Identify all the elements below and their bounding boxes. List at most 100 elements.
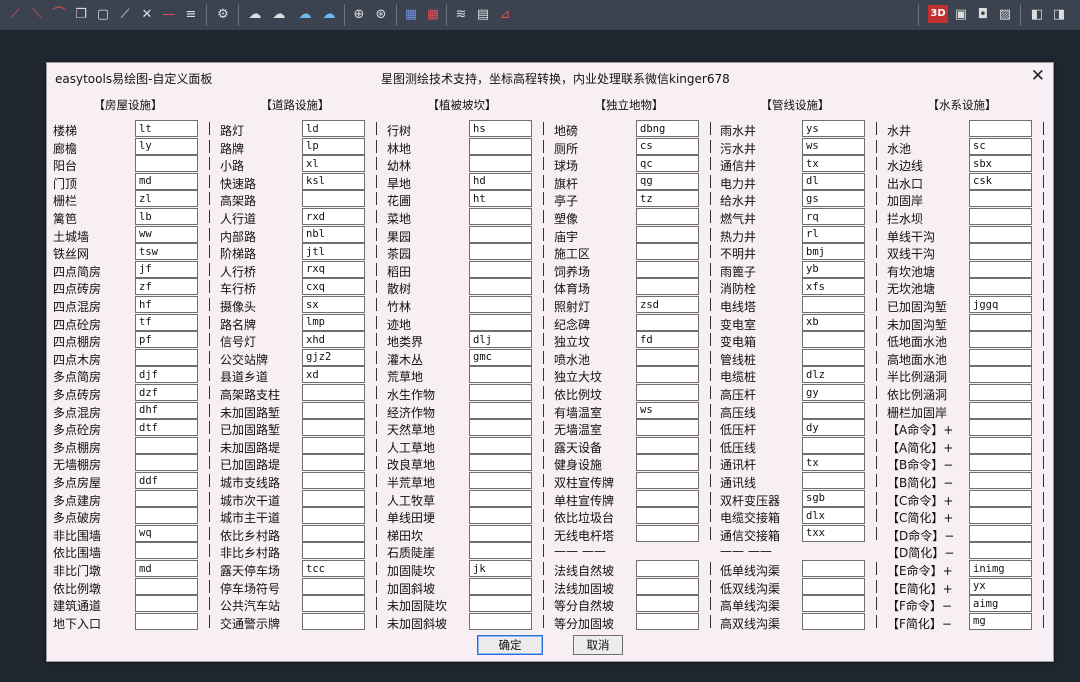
field-input[interactable] xyxy=(969,366,1032,384)
field-input[interactable] xyxy=(135,419,198,437)
field-input[interactable] xyxy=(302,489,365,507)
field-input[interactable] xyxy=(969,155,1032,173)
field-input[interactable] xyxy=(636,507,699,525)
field-input[interactable] xyxy=(469,612,532,630)
field-input[interactable] xyxy=(802,560,865,577)
cancel-button[interactable]: 取消 xyxy=(573,635,623,655)
field-input[interactable] xyxy=(135,612,198,630)
field-input[interactable] xyxy=(135,120,198,137)
field-input[interactable] xyxy=(636,366,699,384)
field-input[interactable] xyxy=(135,560,198,577)
field-input[interactable] xyxy=(135,524,198,542)
field-input[interactable] xyxy=(969,489,1032,507)
field-input[interactable] xyxy=(802,489,865,507)
field-input[interactable] xyxy=(469,313,532,331)
dash-line-icon[interactable]: — xyxy=(160,5,178,23)
field-input[interactable] xyxy=(135,296,198,313)
field-input[interactable] xyxy=(802,208,865,225)
field-input[interactable] xyxy=(469,454,532,472)
field-input[interactable] xyxy=(969,401,1032,419)
field-input[interactable] xyxy=(302,560,365,577)
field-input[interactable] xyxy=(302,577,365,595)
field-input[interactable] xyxy=(636,208,699,225)
field-input[interactable] xyxy=(302,524,365,542)
field-input[interactable] xyxy=(636,225,699,243)
field-input[interactable] xyxy=(302,366,365,384)
field-input[interactable] xyxy=(302,155,365,173)
field-input[interactable] xyxy=(802,313,865,331)
3d-view-icon[interactable]: 3D xyxy=(928,5,948,23)
field-input[interactable] xyxy=(469,507,532,525)
field-input[interactable] xyxy=(802,348,865,366)
field-input[interactable] xyxy=(802,436,865,454)
field-input[interactable] xyxy=(302,348,365,366)
field-input[interactable] xyxy=(969,577,1032,595)
field-input[interactable] xyxy=(135,208,198,225)
field-input[interactable] xyxy=(469,524,532,542)
field-input[interactable] xyxy=(636,331,699,349)
field-input[interactable] xyxy=(302,313,365,331)
field-input[interactable] xyxy=(302,454,365,472)
field-input[interactable] xyxy=(802,120,865,137)
field-input[interactable] xyxy=(969,208,1032,225)
field-input[interactable] xyxy=(969,419,1032,437)
field-input[interactable] xyxy=(302,595,365,613)
field-input[interactable] xyxy=(302,542,365,560)
field-input[interactable] xyxy=(969,595,1032,613)
field-input[interactable] xyxy=(636,172,699,190)
field-input[interactable] xyxy=(469,225,532,243)
field-input[interactable] xyxy=(802,612,865,630)
field-input[interactable] xyxy=(802,595,865,613)
wave-icon[interactable]: ≋ xyxy=(452,5,470,23)
field-input[interactable] xyxy=(469,208,532,225)
field-input[interactable] xyxy=(302,612,365,630)
grid-red-icon[interactable]: ▦ xyxy=(424,5,442,23)
cloud-filled-2-icon[interactable]: ☁ xyxy=(320,5,338,23)
field-input[interactable] xyxy=(802,401,865,419)
field-input[interactable] xyxy=(302,243,365,261)
field-input[interactable] xyxy=(969,454,1032,472)
field-input[interactable] xyxy=(469,172,532,190)
field-input[interactable] xyxy=(469,278,532,296)
layer-icon[interactable]: ◧ xyxy=(1028,5,1046,23)
field-input[interactable] xyxy=(636,348,699,366)
field-input[interactable] xyxy=(469,401,532,419)
field-input[interactable] xyxy=(969,348,1032,366)
field-input[interactable] xyxy=(802,454,865,472)
field-input[interactable] xyxy=(802,296,865,313)
field-input[interactable] xyxy=(636,155,699,173)
field-input[interactable] xyxy=(469,419,532,437)
field-input[interactable] xyxy=(469,366,532,384)
field-input[interactable] xyxy=(302,260,365,278)
field-input[interactable] xyxy=(969,384,1032,401)
field-input[interactable] xyxy=(469,190,532,208)
field-input[interactable] xyxy=(469,489,532,507)
field-input[interactable] xyxy=(802,243,865,261)
field-input[interactable] xyxy=(636,612,699,630)
field-input[interactable] xyxy=(802,190,865,208)
field-input[interactable] xyxy=(969,542,1032,560)
field-input[interactable] xyxy=(135,507,198,525)
field-input[interactable] xyxy=(636,577,699,595)
field-input[interactable] xyxy=(802,260,865,278)
field-input[interactable] xyxy=(636,120,699,137)
field-input[interactable] xyxy=(636,489,699,507)
field-input[interactable] xyxy=(802,472,865,489)
field-input[interactable] xyxy=(302,436,365,454)
field-input[interactable] xyxy=(469,348,532,366)
field-input[interactable] xyxy=(802,366,865,384)
field-input[interactable] xyxy=(969,137,1032,155)
field-input[interactable] xyxy=(469,560,532,577)
field-input[interactable] xyxy=(302,507,365,525)
field-input[interactable] xyxy=(469,243,532,261)
field-input[interactable] xyxy=(302,120,365,137)
field-input[interactable] xyxy=(135,313,198,331)
field-input[interactable] xyxy=(969,190,1032,208)
field-input[interactable] xyxy=(802,172,865,190)
field-input[interactable] xyxy=(135,172,198,190)
globe-settings-icon[interactable]: ⊛ xyxy=(372,5,390,23)
field-input[interactable] xyxy=(636,384,699,401)
ok-button[interactable]: 确定 xyxy=(477,635,543,655)
field-input[interactable] xyxy=(969,331,1032,349)
hatch-lines-icon[interactable]: ≡ xyxy=(182,5,200,23)
